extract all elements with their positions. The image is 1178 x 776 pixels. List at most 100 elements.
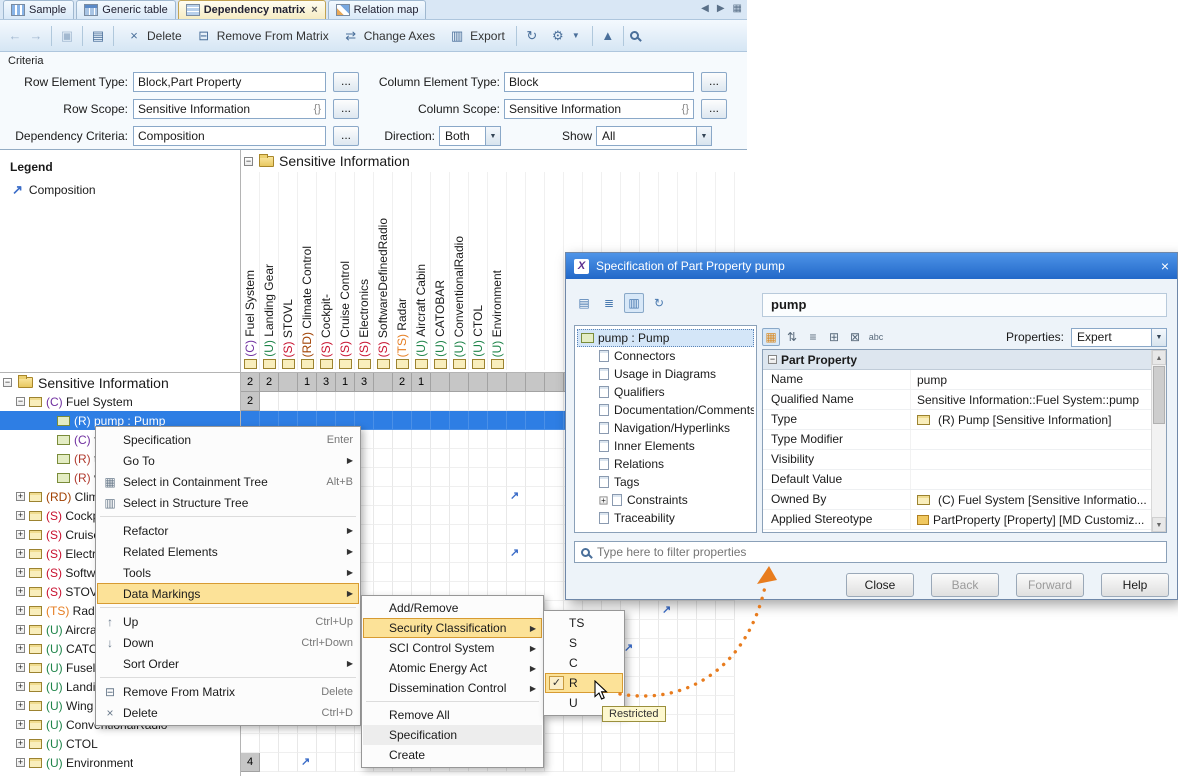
expand-icon[interactable]: + xyxy=(16,587,25,596)
matrix-cell[interactable] xyxy=(374,468,393,487)
menu-item-go-to[interactable]: Go To▶ xyxy=(97,450,359,471)
matrix-cell[interactable] xyxy=(374,411,393,430)
matrix-cell[interactable] xyxy=(374,563,393,582)
matrix-cell[interactable] xyxy=(412,449,431,468)
show-criteria-icon[interactable]: ▤ xyxy=(89,28,107,44)
matrix-cell[interactable] xyxy=(431,430,450,449)
matrix-cell[interactable] xyxy=(621,753,640,772)
menu-item-ts[interactable]: TS xyxy=(545,613,623,633)
matrix-cell[interactable] xyxy=(564,715,583,734)
matrix-cell[interactable] xyxy=(279,753,298,772)
remove-from-matrix-button[interactable]: ⊟ Remove From Matrix xyxy=(190,25,334,47)
delete-button[interactable]: × Delete xyxy=(120,25,187,46)
dialog-tree-item-qualifiers[interactable]: Qualifiers xyxy=(577,383,754,401)
matrix-cell[interactable] xyxy=(469,544,488,563)
row-element-type-field[interactable]: Block,Part Property xyxy=(133,72,326,92)
matrix-cell[interactable] xyxy=(507,449,526,468)
matrix-cell[interactable] xyxy=(659,753,678,772)
close-dialog-icon[interactable]: × xyxy=(1161,258,1169,274)
column-header-catobar[interactable]: (U) CATOBAR xyxy=(431,172,450,370)
matrix-cell[interactable] xyxy=(450,373,469,392)
copy-icon[interactable]: ▣ xyxy=(58,28,76,44)
property-value[interactable]: (R) Pump [Sensitive Information] xyxy=(911,413,1151,427)
tab-dependency-matrix[interactable]: Dependency matrix× xyxy=(178,0,326,19)
property-row-default-value[interactable]: Default Value xyxy=(763,470,1151,490)
section-header[interactable]: − Part Property xyxy=(763,350,1151,370)
matrix-cell[interactable] xyxy=(374,392,393,411)
matrix-cell[interactable] xyxy=(469,373,488,392)
matrix-cell[interactable] xyxy=(393,525,412,544)
matrix-cell[interactable] xyxy=(526,525,545,544)
menu-item-remove-all[interactable]: Remove All xyxy=(363,705,542,725)
expand-icon[interactable]: + xyxy=(16,720,25,729)
matrix-cell[interactable] xyxy=(488,487,507,506)
composition-arrow-icon[interactable]: ↗ xyxy=(510,489,524,504)
tab-list-icon[interactable]: ▦ xyxy=(733,3,742,14)
tree-view-icon[interactable]: ≣ xyxy=(599,293,619,313)
matrix-cell[interactable] xyxy=(393,544,412,563)
properties-mode-combo[interactable]: Expert▼ xyxy=(1071,328,1167,347)
matrix-cell[interactable] xyxy=(526,487,545,506)
matrix-cell[interactable] xyxy=(659,620,678,639)
menu-item-remove-from-matrix[interactable]: ⊟Remove From MatrixDelete xyxy=(97,681,359,702)
back-icon[interactable]: ← xyxy=(6,28,24,43)
matrix-cell[interactable] xyxy=(431,487,450,506)
menu-item-data-markings[interactable]: Data Markings▶ xyxy=(97,583,359,604)
expand-icon[interactable]: + xyxy=(16,511,25,520)
tree-row-ctol[interactable]: +(U) CTOL xyxy=(0,734,240,753)
matrix-cell[interactable] xyxy=(431,525,450,544)
matrix-cell[interactable] xyxy=(317,734,336,753)
property-row-owned-by[interactable]: Owned By(C) Fuel System [Sensitive Infor… xyxy=(763,490,1151,510)
matrix-cell[interactable] xyxy=(393,563,412,582)
matrix-cell[interactable]: 2 xyxy=(260,373,279,392)
dialog-titlebar[interactable]: X Specification of Part Property pump × xyxy=(566,253,1177,279)
matrix-cell[interactable] xyxy=(640,734,659,753)
matrix-cell[interactable] xyxy=(450,563,469,582)
tab-generic-table[interactable]: Generic table xyxy=(76,0,175,19)
matrix-cell[interactable] xyxy=(678,677,697,696)
matrix-cell[interactable] xyxy=(488,392,507,411)
matrix-cell[interactable] xyxy=(450,525,469,544)
menu-item-sci-control-system[interactable]: SCI Control System▶ xyxy=(363,638,542,658)
properties-view-icon[interactable]: ▤ xyxy=(574,293,594,313)
menu-item-security-classification[interactable]: Security Classification▶ xyxy=(363,618,542,638)
matrix-cell[interactable] xyxy=(260,392,279,411)
menu-item-related-elements[interactable]: Related Elements▶ xyxy=(97,541,359,562)
matrix-cell[interactable]: 1 xyxy=(412,373,431,392)
matrix-cell[interactable] xyxy=(298,734,317,753)
dialog-tree-item-tags[interactable]: Tags xyxy=(577,473,754,491)
matrix-cell[interactable] xyxy=(450,487,469,506)
matrix-cell[interactable] xyxy=(526,373,545,392)
matrix-cell[interactable] xyxy=(507,563,526,582)
column-header-ctol[interactable]: (U) CTOL xyxy=(469,172,488,370)
sort-alphabetically-icon[interactable]: ⇅ xyxy=(783,328,801,346)
property-row-type-modifier[interactable]: Type Modifier xyxy=(763,430,1151,450)
column-root[interactable]: − Sensitive Information xyxy=(244,153,410,169)
collapse-icon[interactable]: − xyxy=(768,355,777,364)
matrix-cell[interactable] xyxy=(412,468,431,487)
expand-icon[interactable]: + xyxy=(16,758,25,767)
column-header-conventionalradio[interactable]: (U) ConventionalRadio xyxy=(450,172,469,370)
matrix-cell[interactable] xyxy=(431,468,450,487)
expand-icon[interactable]: + xyxy=(16,644,25,653)
matrix-cell[interactable] xyxy=(640,601,659,620)
column-header-climate-control[interactable]: (RD) Climate Control xyxy=(298,172,317,370)
property-row-name[interactable]: Namepump xyxy=(763,370,1151,390)
column-scope-field[interactable]: Sensitive Information{} xyxy=(504,99,694,119)
row-tree-root[interactable]: −Sensitive Information xyxy=(0,373,240,392)
matrix-cell[interactable] xyxy=(412,430,431,449)
matrix-cell[interactable] xyxy=(393,392,412,411)
scroll-down-icon[interactable]: ▼ xyxy=(1152,517,1166,532)
matrix-cell[interactable] xyxy=(507,430,526,449)
property-row-visibility[interactable]: Visibility xyxy=(763,450,1151,470)
scroll-up-icon[interactable]: ▲ xyxy=(1152,350,1166,365)
menu-item-select-in-containment-tree[interactable]: ▦Select in Containment TreeAlt+B xyxy=(97,471,359,492)
column-header-fuel-system[interactable]: (C) Fuel System xyxy=(241,172,260,370)
matrix-cell[interactable] xyxy=(431,373,450,392)
matrix-cell[interactable] xyxy=(279,373,298,392)
scroll-tabs-right-icon[interactable]: ▶ xyxy=(717,3,725,14)
composition-arrow-icon[interactable]: ↗ xyxy=(510,546,524,561)
matrix-cell[interactable] xyxy=(412,525,431,544)
matrix-cell[interactable]: 2 xyxy=(393,373,412,392)
change-axes-button[interactable]: ⇄ Change Axes xyxy=(337,25,440,47)
